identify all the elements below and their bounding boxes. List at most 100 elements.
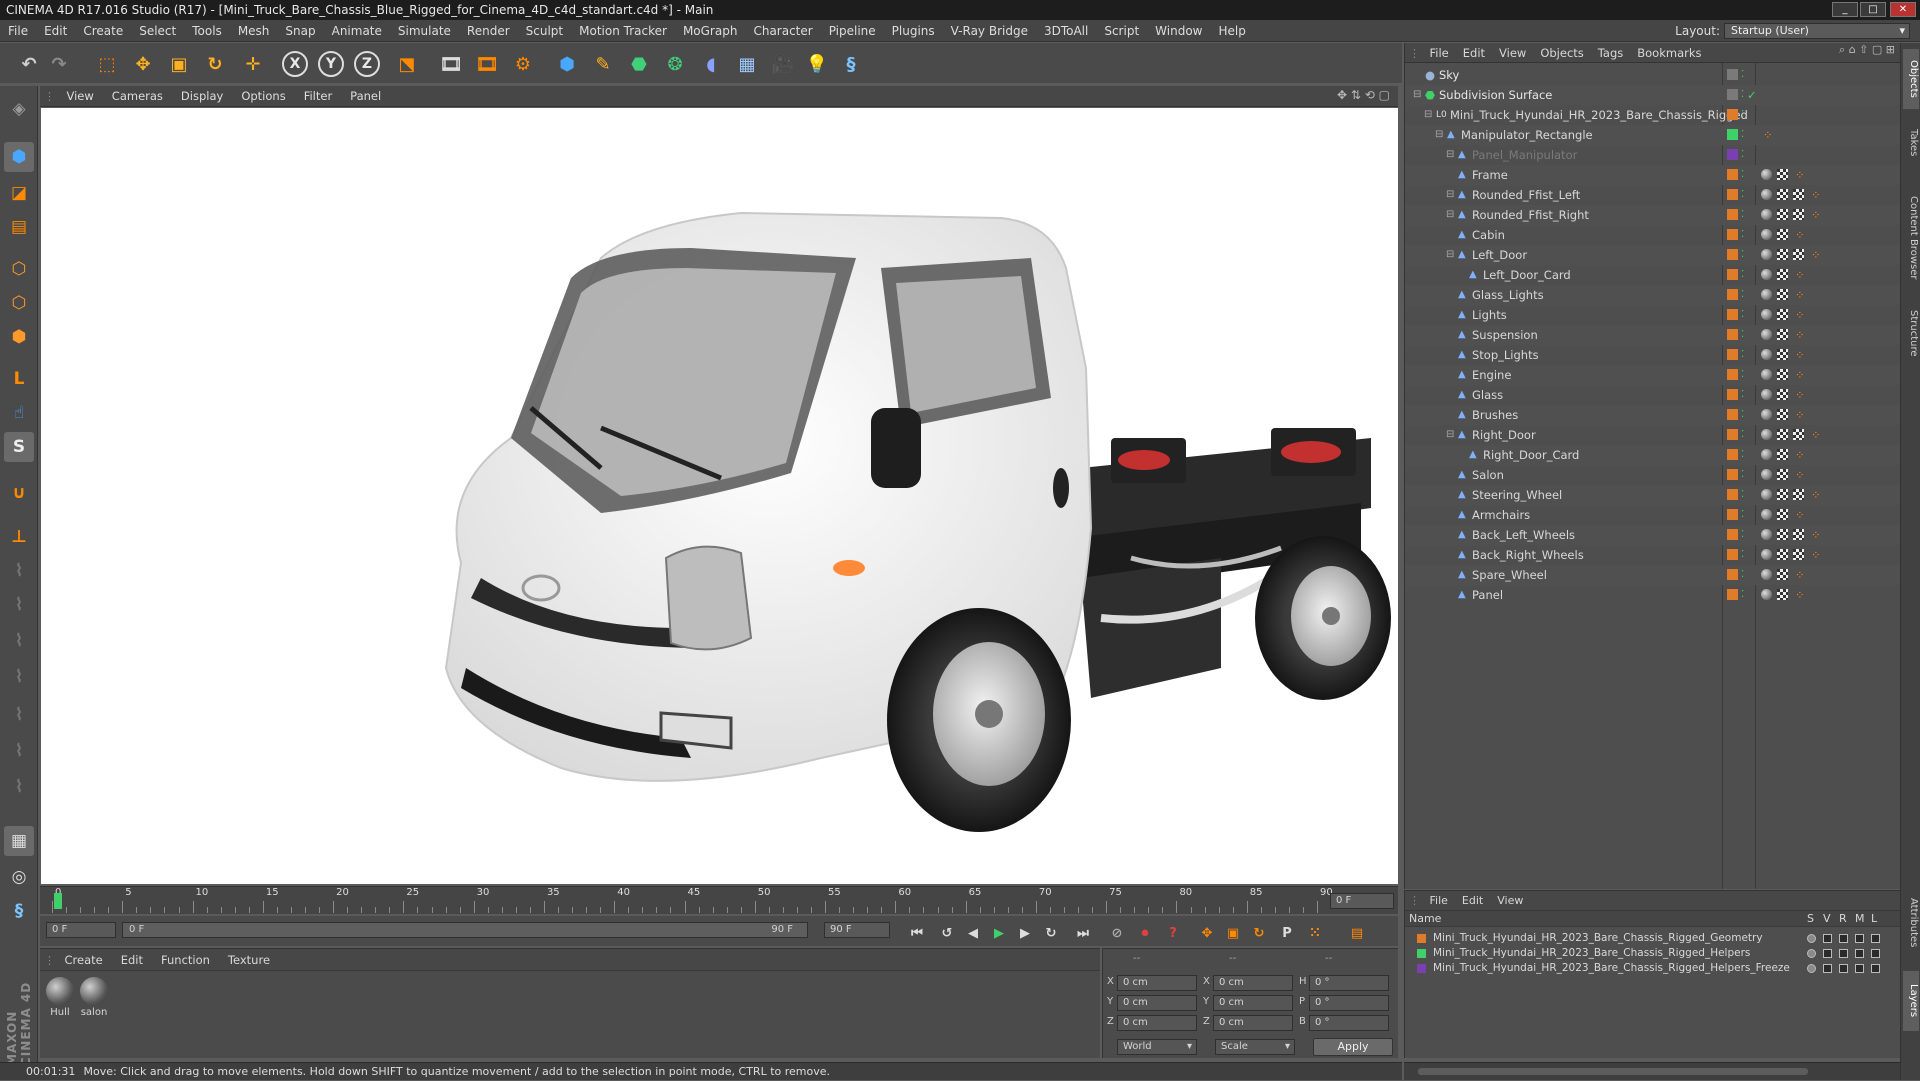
material-tag-icon[interactable]	[1761, 189, 1772, 200]
undo-icon[interactable]: ↶	[14, 49, 44, 79]
render-view-icon[interactable]: 🎞	[436, 49, 466, 79]
visibility-dots-icon[interactable]: ⁚	[1741, 105, 1744, 125]
expand-toggle-icon[interactable]: ⊟	[1446, 205, 1454, 225]
make-editable-icon[interactable]: ◈	[4, 94, 34, 124]
texture-tag-icon[interactable]	[1777, 229, 1788, 240]
menu-edit[interactable]: Edit	[36, 20, 75, 42]
object-row-left-door[interactable]: ⊟ ▲ Left_Door ⁚ ⁘	[1405, 245, 1901, 265]
render-toggle-icon[interactable]	[1839, 964, 1848, 973]
right-tab-objects[interactable]: Objects	[1903, 49, 1919, 109]
layout-select[interactable]: Startup (User) ▾	[1724, 23, 1910, 39]
objects-menu-file[interactable]: File	[1423, 43, 1456, 63]
texture-tag-icon[interactable]	[1777, 469, 1788, 480]
size-x-field[interactable]: 0 cm	[1213, 975, 1293, 991]
right-tab-attributes[interactable]: Attributes	[1903, 883, 1919, 963]
floor-icon[interactable]: ▦	[732, 49, 762, 79]
rotation-p-field[interactable]: 0 °	[1309, 995, 1389, 1011]
key-param-icon[interactable]: P	[1276, 922, 1298, 944]
layer-color-swatch[interactable]	[1727, 269, 1738, 280]
object-row-glass[interactable]: ▲ Glass ⁚ ⁘	[1405, 385, 1901, 405]
material-tag-icon[interactable]	[1761, 349, 1772, 360]
object-row-salon[interactable]: ▲ Salon ⁚ ⁘	[1405, 465, 1901, 485]
object-row-brushes[interactable]: ▲ Brushes ⁚ ⁘	[1405, 405, 1901, 425]
manager-toggle-icon[interactable]	[1855, 934, 1864, 943]
menu-sculpt[interactable]: Sculpt	[518, 20, 571, 42]
material-tag-icon[interactable]	[1761, 429, 1772, 440]
object-row-glass-lights[interactable]: ▲ Glass_Lights ⁚ ⁘	[1405, 285, 1901, 305]
material-menu-create[interactable]: Create	[56, 949, 112, 971]
visibility-dots-icon[interactable]: ⁚	[1741, 365, 1744, 385]
layer-color-swatch[interactable]	[1727, 449, 1738, 460]
position-y-field[interactable]: 0 cm	[1117, 995, 1197, 1011]
move-icon[interactable]: ✥	[128, 49, 158, 79]
viewport-menu-cameras[interactable]: Cameras	[103, 86, 172, 107]
weight-tag-icon[interactable]: ⁘	[1811, 425, 1821, 445]
weight-tag-icon[interactable]: ⁘	[1795, 385, 1805, 405]
texture-tag-icon[interactable]	[1777, 489, 1788, 500]
live-selection-icon[interactable]: ⬚	[92, 49, 122, 79]
visibility-dots-icon[interactable]: ⁚	[1741, 145, 1744, 165]
object-row-lights[interactable]: ▲ Lights ⁚ ⁘	[1405, 305, 1901, 325]
object-row-panel[interactable]: ▲ Panel ⁚ ⁘	[1405, 585, 1901, 605]
layer-color-swatch[interactable]	[1727, 229, 1738, 240]
subdivision-icon[interactable]: ⬣	[624, 49, 654, 79]
menu-mesh[interactable]: Mesh	[230, 20, 278, 42]
object-manager-nav-icons[interactable]: ⌕ ⌂ ⇧ ▢ ⊞	[1839, 43, 1895, 57]
maximize-button[interactable]: □	[1860, 2, 1886, 17]
object-row-frame[interactable]: ▲ Frame ⁚ ⁘	[1405, 165, 1901, 185]
lock-grid-icon[interactable]: ▦	[4, 826, 34, 856]
loop-icon[interactable]: ↻	[1040, 922, 1062, 944]
sculpt-brush-2-icon[interactable]: ⌇	[4, 590, 34, 620]
menu-create[interactable]: Create	[75, 20, 131, 42]
sculpt-brush-6-icon[interactable]: ⌇	[4, 736, 34, 766]
layer-row[interactable]: Mini_Truck_Hyundai_HR_2023_Bare_Chassis_…	[1405, 931, 1901, 946]
expand-toggle-icon[interactable]: ⊟	[1413, 85, 1421, 105]
layers-menu-edit[interactable]: Edit	[1455, 891, 1490, 911]
object-row-rounded-ffist-left[interactable]: ⊟ ▲ Rounded_Ffist_Left ⁚ ⁘	[1405, 185, 1901, 205]
visibility-dots-icon[interactable]: ⁚	[1741, 165, 1744, 185]
object-row-cabin[interactable]: ▲ Cabin ⁚ ⁘	[1405, 225, 1901, 245]
layer-color-swatch[interactable]	[1727, 429, 1738, 440]
texture-tag-icon[interactable]	[1777, 189, 1788, 200]
layer-color-swatch[interactable]	[1727, 109, 1738, 120]
object-row-suspension[interactable]: ▲ Suspension ⁚ ⁘	[1405, 325, 1901, 345]
viewport-nav-icons[interactable]: ✥ ⇅ ⟲ ▢	[1337, 88, 1390, 102]
step-forward-icon[interactable]: ▶	[1014, 922, 1036, 944]
view-toggle-icon[interactable]	[1823, 964, 1832, 973]
material-tag-icon[interactable]	[1761, 409, 1772, 420]
layer-color-swatch[interactable]	[1727, 409, 1738, 420]
deformer-icon[interactable]: ◖	[696, 49, 726, 79]
manager-toggle-icon[interactable]	[1855, 949, 1864, 958]
expand-toggle-icon[interactable]: ⊟	[1446, 145, 1454, 165]
visibility-dots-icon[interactable]: ⁚	[1741, 385, 1744, 405]
visibility-dots-icon[interactable]: ⁚	[1741, 225, 1744, 245]
visibility-dots-icon[interactable]: ⁚	[1741, 185, 1744, 205]
weight-tag-icon[interactable]: ⁘	[1811, 545, 1821, 565]
viewport-menu-filter[interactable]: Filter	[295, 86, 341, 107]
layer-scrollbar[interactable]	[1404, 1062, 1900, 1080]
y-axis-icon[interactable]: Y	[318, 51, 344, 77]
python-generator-icon[interactable]: ◎	[4, 862, 34, 892]
polygons-mode-icon[interactable]: ⬢	[4, 322, 34, 352]
coordinate-system-icon[interactable]: ⬔	[392, 49, 422, 79]
texture-tag-icon[interactable]	[1777, 549, 1788, 560]
visibility-dots-icon[interactable]: ⁚	[1741, 65, 1744, 85]
texture-mode-icon[interactable]: ◪	[4, 178, 34, 208]
menu-window[interactable]: Window	[1147, 20, 1210, 42]
material-menu-function[interactable]: Function	[152, 949, 219, 971]
layer-color-swatch[interactable]	[1727, 529, 1738, 540]
script-icon[interactable]: §	[4, 896, 34, 926]
layer-color-swatch[interactable]	[1727, 569, 1738, 580]
view-toggle-icon[interactable]	[1823, 949, 1832, 958]
visibility-dots-icon[interactable]: ⁚	[1741, 265, 1744, 285]
layer-color-swatch[interactable]	[1727, 349, 1738, 360]
sculpt-brush-7-icon[interactable]: ⌇	[4, 772, 34, 802]
rotation-b-field[interactable]: 0 °	[1309, 1015, 1389, 1031]
right-tab-structure[interactable]: Structure	[1903, 303, 1919, 363]
viewport-menu-view[interactable]: View	[58, 86, 103, 107]
render-picture-viewer-icon[interactable]: 🎞	[472, 49, 502, 79]
sculpt-brush-3-icon[interactable]: ⌇	[4, 626, 34, 656]
texture-tag-icon[interactable]	[1793, 209, 1804, 220]
visibility-dots-icon[interactable]: ⁚	[1741, 525, 1744, 545]
key-scale-icon[interactable]: ▣	[1222, 922, 1244, 944]
